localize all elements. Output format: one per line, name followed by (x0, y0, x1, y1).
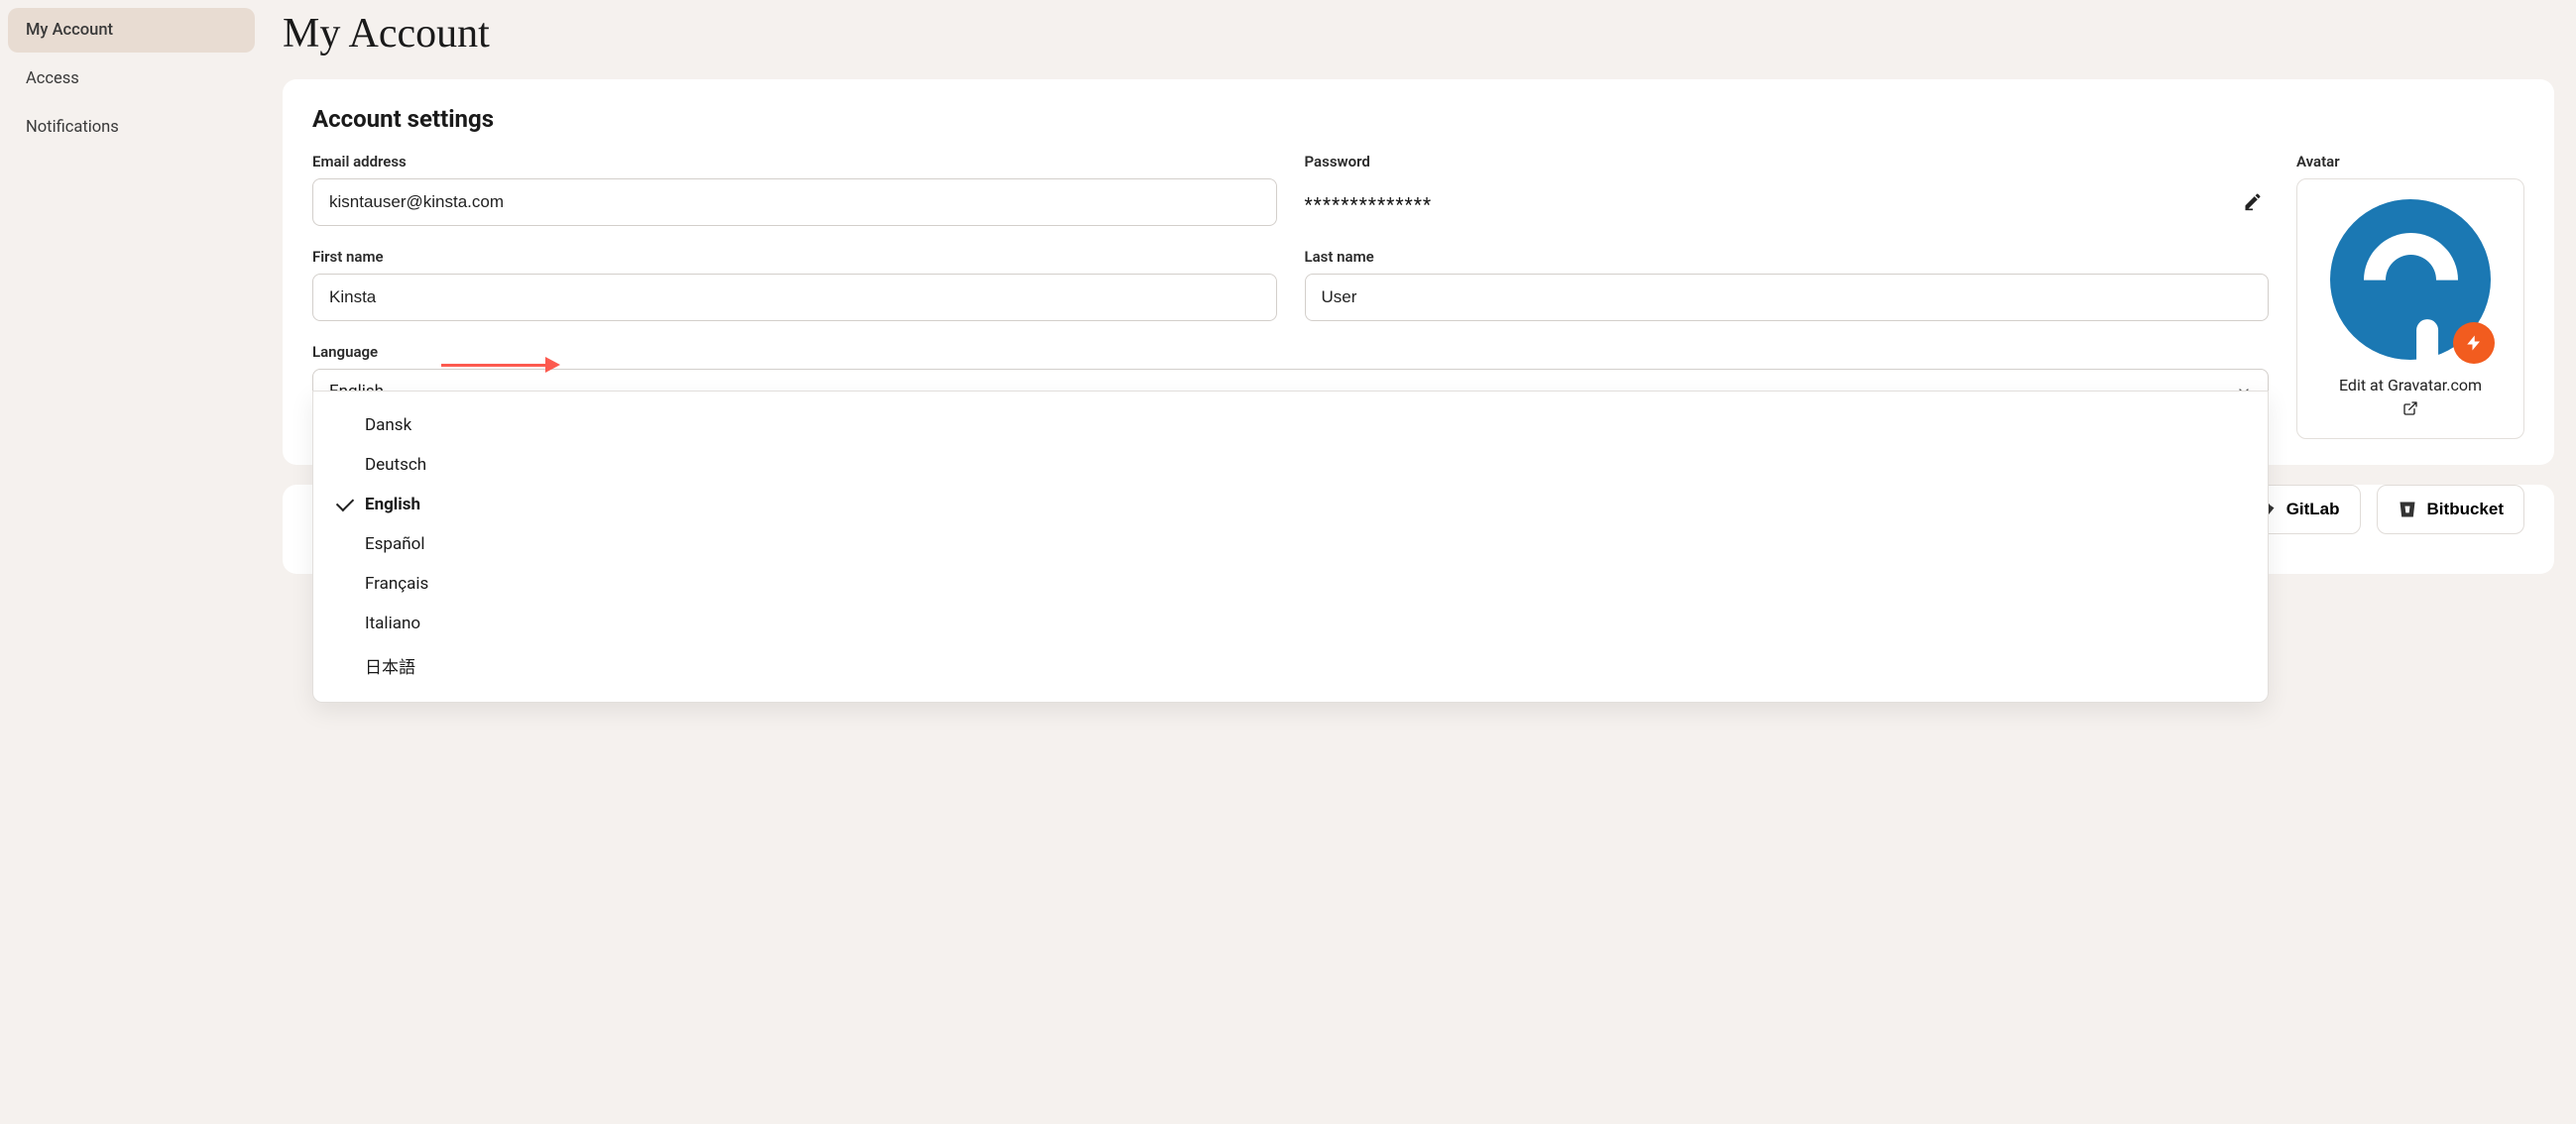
lastname-input[interactable] (1305, 274, 2270, 321)
gitlab-label: GitLab (2286, 500, 2340, 519)
firstname-input[interactable] (312, 274, 1277, 321)
avatar-image (2330, 199, 2491, 360)
bitbucket-button[interactable]: Bitbucket (2377, 485, 2524, 534)
bitbucket-label: Bitbucket (2427, 500, 2504, 519)
main-content: My Account Account settings Email addres… (263, 0, 2576, 1124)
section-title: Account settings (312, 105, 2524, 133)
language-option-english[interactable]: English (313, 485, 2268, 524)
bitbucket-icon (2398, 500, 2417, 519)
language-dropdown: Dansk Deutsch English Español Français I… (312, 391, 2269, 703)
password-mask: ************** (1305, 193, 1433, 216)
password-label: Password (1305, 153, 2270, 170)
gravatar-link-text: Edit at Gravatar.com (2339, 376, 2482, 394)
edit-password-button[interactable] (2237, 185, 2269, 220)
avatar-badge (2453, 322, 2495, 364)
pencil-icon (2243, 191, 2263, 211)
language-option-francais[interactable]: Français (313, 564, 2268, 604)
firstname-label: First name (312, 248, 1277, 266)
avatar-label: Avatar (2296, 153, 2524, 170)
account-settings-card: Account settings Email address Password … (283, 79, 2554, 465)
language-option-deutsch[interactable]: Deutsch (313, 445, 2268, 485)
language-option-italiano[interactable]: Italiano (313, 604, 2268, 643)
email-label: Email address (312, 153, 1277, 170)
sidebar: My Account Access Notifications (0, 0, 263, 1124)
sidebar-item-my-account[interactable]: My Account (8, 8, 255, 53)
sidebar-item-access[interactable]: Access (8, 56, 255, 101)
lightning-icon (2465, 332, 2483, 354)
external-link-icon (2402, 400, 2418, 416)
avatar-box: Edit at Gravatar.com (2296, 178, 2524, 439)
language-option-dansk[interactable]: Dansk (313, 405, 2268, 445)
sidebar-item-notifications[interactable]: Notifications (8, 105, 255, 150)
page-title: My Account (283, 10, 2554, 57)
language-label: Language (312, 343, 2269, 361)
email-input[interactable] (312, 178, 1277, 226)
language-option-espanol[interactable]: Español (313, 524, 2268, 564)
gravatar-link[interactable]: Edit at Gravatar.com (2339, 376, 2482, 416)
language-option-japanese[interactable]: 日本語 (313, 643, 2268, 688)
lastname-label: Last name (1305, 248, 2270, 266)
